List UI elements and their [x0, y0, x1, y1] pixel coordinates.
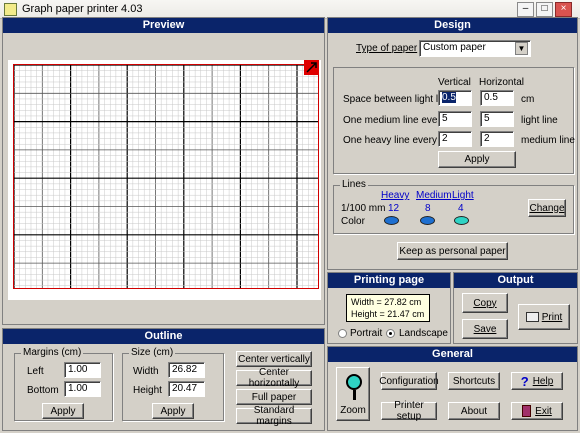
full-paper-button[interactable]: Full paper — [236, 389, 312, 405]
margins-title: Margins (cm) — [21, 347, 84, 358]
vertical-header: Vertical — [438, 77, 471, 88]
chevron-down-icon[interactable]: ▼ — [515, 42, 528, 55]
height-input[interactable]: 20.47 — [168, 381, 205, 397]
heavy-every-vertical-input[interactable]: 2 — [438, 131, 472, 147]
light-spacing-vertical-input[interactable]: 0.5 — [438, 90, 472, 106]
bottom-margin-label: Bottom — [27, 385, 59, 396]
center-horizontally-button[interactable]: Center horizontally — [236, 367, 312, 389]
exit-button[interactable]: Exit — [511, 402, 563, 420]
graph-grid — [13, 64, 319, 289]
help-button[interactable]: ? Help — [511, 372, 563, 390]
heavy-header: Heavy — [381, 190, 410, 201]
width-label: Width — [133, 366, 159, 377]
design-apply-button[interactable]: Apply — [438, 151, 516, 168]
type-of-paper-select[interactable]: Custom paper ▼ — [419, 40, 531, 57]
heavy-thickness[interactable]: 12 — [388, 203, 399, 214]
medium-every-unit: light line — [521, 115, 558, 126]
landscape-radio[interactable] — [386, 329, 395, 338]
medium-header: Medium — [416, 190, 452, 201]
magnifier-icon — [346, 374, 362, 390]
medium-every-vertical-input[interactable]: 5 — [438, 111, 472, 127]
light-spacing-horizontal-input[interactable]: 0.5 — [480, 90, 514, 106]
shortcuts-button[interactable]: Shortcuts — [448, 372, 500, 390]
size-title: Size (cm) — [129, 347, 176, 358]
medium-thickness[interactable]: 8 — [425, 203, 431, 214]
portrait-radio[interactable] — [338, 329, 347, 338]
thickness-label: 1/100 mm — [341, 203, 386, 214]
light-header: Light — [452, 190, 474, 201]
save-button[interactable]: Save — [462, 319, 508, 339]
design-title: Design — [328, 18, 577, 33]
height-label: Height — [133, 385, 162, 396]
landscape-label: Landscape — [399, 328, 448, 339]
heavy-color-swatch[interactable] — [384, 216, 399, 225]
about-button[interactable]: About — [448, 402, 500, 420]
print-button[interactable]: Print — [518, 304, 570, 330]
maximize-button[interactable]: □ — [536, 2, 553, 17]
keep-personal-button[interactable]: Keep as personal paper — [397, 242, 508, 260]
medium-every-horizontal-input[interactable]: 5 — [480, 111, 514, 127]
color-label: Color — [341, 216, 365, 227]
printing-title: Printing page — [328, 273, 450, 288]
heavy-every-unit: medium line — [521, 135, 575, 146]
general-title: General — [328, 347, 577, 362]
configuration-button[interactable]: Configuration — [379, 372, 439, 390]
left-margin-label: Left — [27, 366, 44, 377]
portrait-label: Portrait — [350, 328, 383, 339]
light-color-swatch[interactable] — [454, 216, 469, 225]
door-exit-icon — [522, 405, 532, 417]
horizontal-header: Horizontal — [479, 77, 525, 88]
size-apply-button[interactable]: Apply — [152, 403, 194, 419]
page-size-readout: Width = 27.82 cm Height = 21.47 cm — [346, 294, 430, 322]
heavy-every-label: One heavy line every — [343, 135, 437, 146]
center-vertically-button[interactable]: Center vertically — [236, 351, 312, 367]
heavy-every-horizontal-input[interactable]: 2 — [480, 131, 514, 147]
output-title: Output — [454, 273, 577, 288]
standard-margins-button[interactable]: Standard margins — [236, 405, 312, 427]
medium-every-label: One medium line every — [343, 115, 446, 126]
resize-corner-icon[interactable] — [304, 60, 319, 75]
question-icon: ? — [520, 373, 529, 389]
outline-title: Outline — [3, 329, 324, 344]
type-of-paper-label: Type of paper — [356, 43, 418, 54]
preview-title: Preview — [3, 18, 324, 33]
light-thickness[interactable]: 4 — [458, 203, 464, 214]
light-spacing-unit: cm — [521, 94, 535, 105]
minimize-button[interactable]: – — [517, 2, 534, 17]
bottom-margin-input[interactable]: 1.00 — [64, 381, 101, 397]
window-title: Graph paper printer 4.03 — [22, 3, 143, 15]
page-width-text: Width = 27.82 cm — [351, 297, 422, 307]
left-margin-input[interactable]: 1.00 — [64, 362, 101, 378]
medium-color-swatch[interactable] — [420, 216, 435, 225]
close-button[interactable]: × — [555, 2, 572, 17]
printer-icon — [525, 312, 539, 322]
zoom-button[interactable]: Zoom — [336, 367, 370, 421]
app-icon — [4, 3, 17, 16]
page-height-text: Height = 21.47 cm — [351, 309, 425, 319]
margins-apply-button[interactable]: Apply — [42, 403, 84, 419]
copy-button[interactable]: Copy — [462, 293, 508, 313]
lines-title: Lines — [340, 179, 368, 190]
magnifier-handle-icon — [353, 390, 356, 400]
printer-setup-button[interactable]: Printer setup — [381, 400, 437, 422]
width-input[interactable]: 26.82 — [168, 362, 205, 378]
change-button[interactable]: Change — [528, 199, 566, 217]
